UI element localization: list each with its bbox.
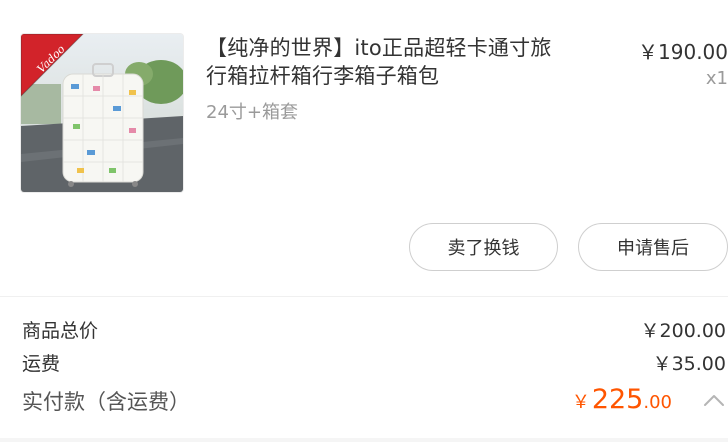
product-spec: 24寸+箱套 — [206, 102, 298, 123]
order-item[interactable]: Vadoo 【纯净的世界】ito正品超轻卡通寸旅 行箱拉杆箱行李箱子箱包 24寸… — [0, 0, 728, 215]
paid-row[interactable]: 实付款（含运费） ￥ 225 .00 — [22, 384, 728, 420]
shipping-value: ￥35.00 — [652, 353, 726, 375]
paid-currency: ￥ — [571, 392, 590, 413]
divider — [0, 296, 728, 297]
paid-label: 实付款（含运费） — [22, 390, 190, 414]
quantity: x1 — [705, 68, 728, 89]
paid-decimal: .00 — [643, 392, 672, 413]
goods-total-label: 商品总价 — [22, 320, 99, 342]
suitcase-photo: Vadoo — [21, 34, 183, 192]
resell-button[interactable]: 卖了换钱 — [409, 223, 558, 271]
product-title-line1: 【纯净的世界】ito正品超轻卡通寸旅 — [206, 36, 552, 60]
shipping-row: 运费 ￥35.00 — [22, 349, 728, 379]
bottom-separator — [0, 438, 728, 442]
product-image[interactable]: Vadoo — [20, 33, 184, 193]
unit-price: ￥190.00 — [638, 40, 728, 64]
chevron-up-icon[interactable] — [702, 392, 726, 408]
product-title[interactable]: 【纯净的世界】ito正品超轻卡通寸旅 行箱拉杆箱行李箱子箱包 — [206, 34, 606, 90]
goods-total-value: ￥200.00 — [640, 320, 726, 342]
product-title-line2: 行箱拉杆箱行李箱子箱包 — [206, 64, 440, 88]
paid-integer: 225 — [591, 384, 644, 415]
goods-total-row: 商品总价 ￥200.00 — [22, 316, 728, 346]
shipping-label: 运费 — [22, 353, 61, 375]
after-sale-button[interactable]: 申请售后 — [578, 223, 728, 271]
paid-amount: ￥ 225 .00 — [572, 384, 672, 415]
